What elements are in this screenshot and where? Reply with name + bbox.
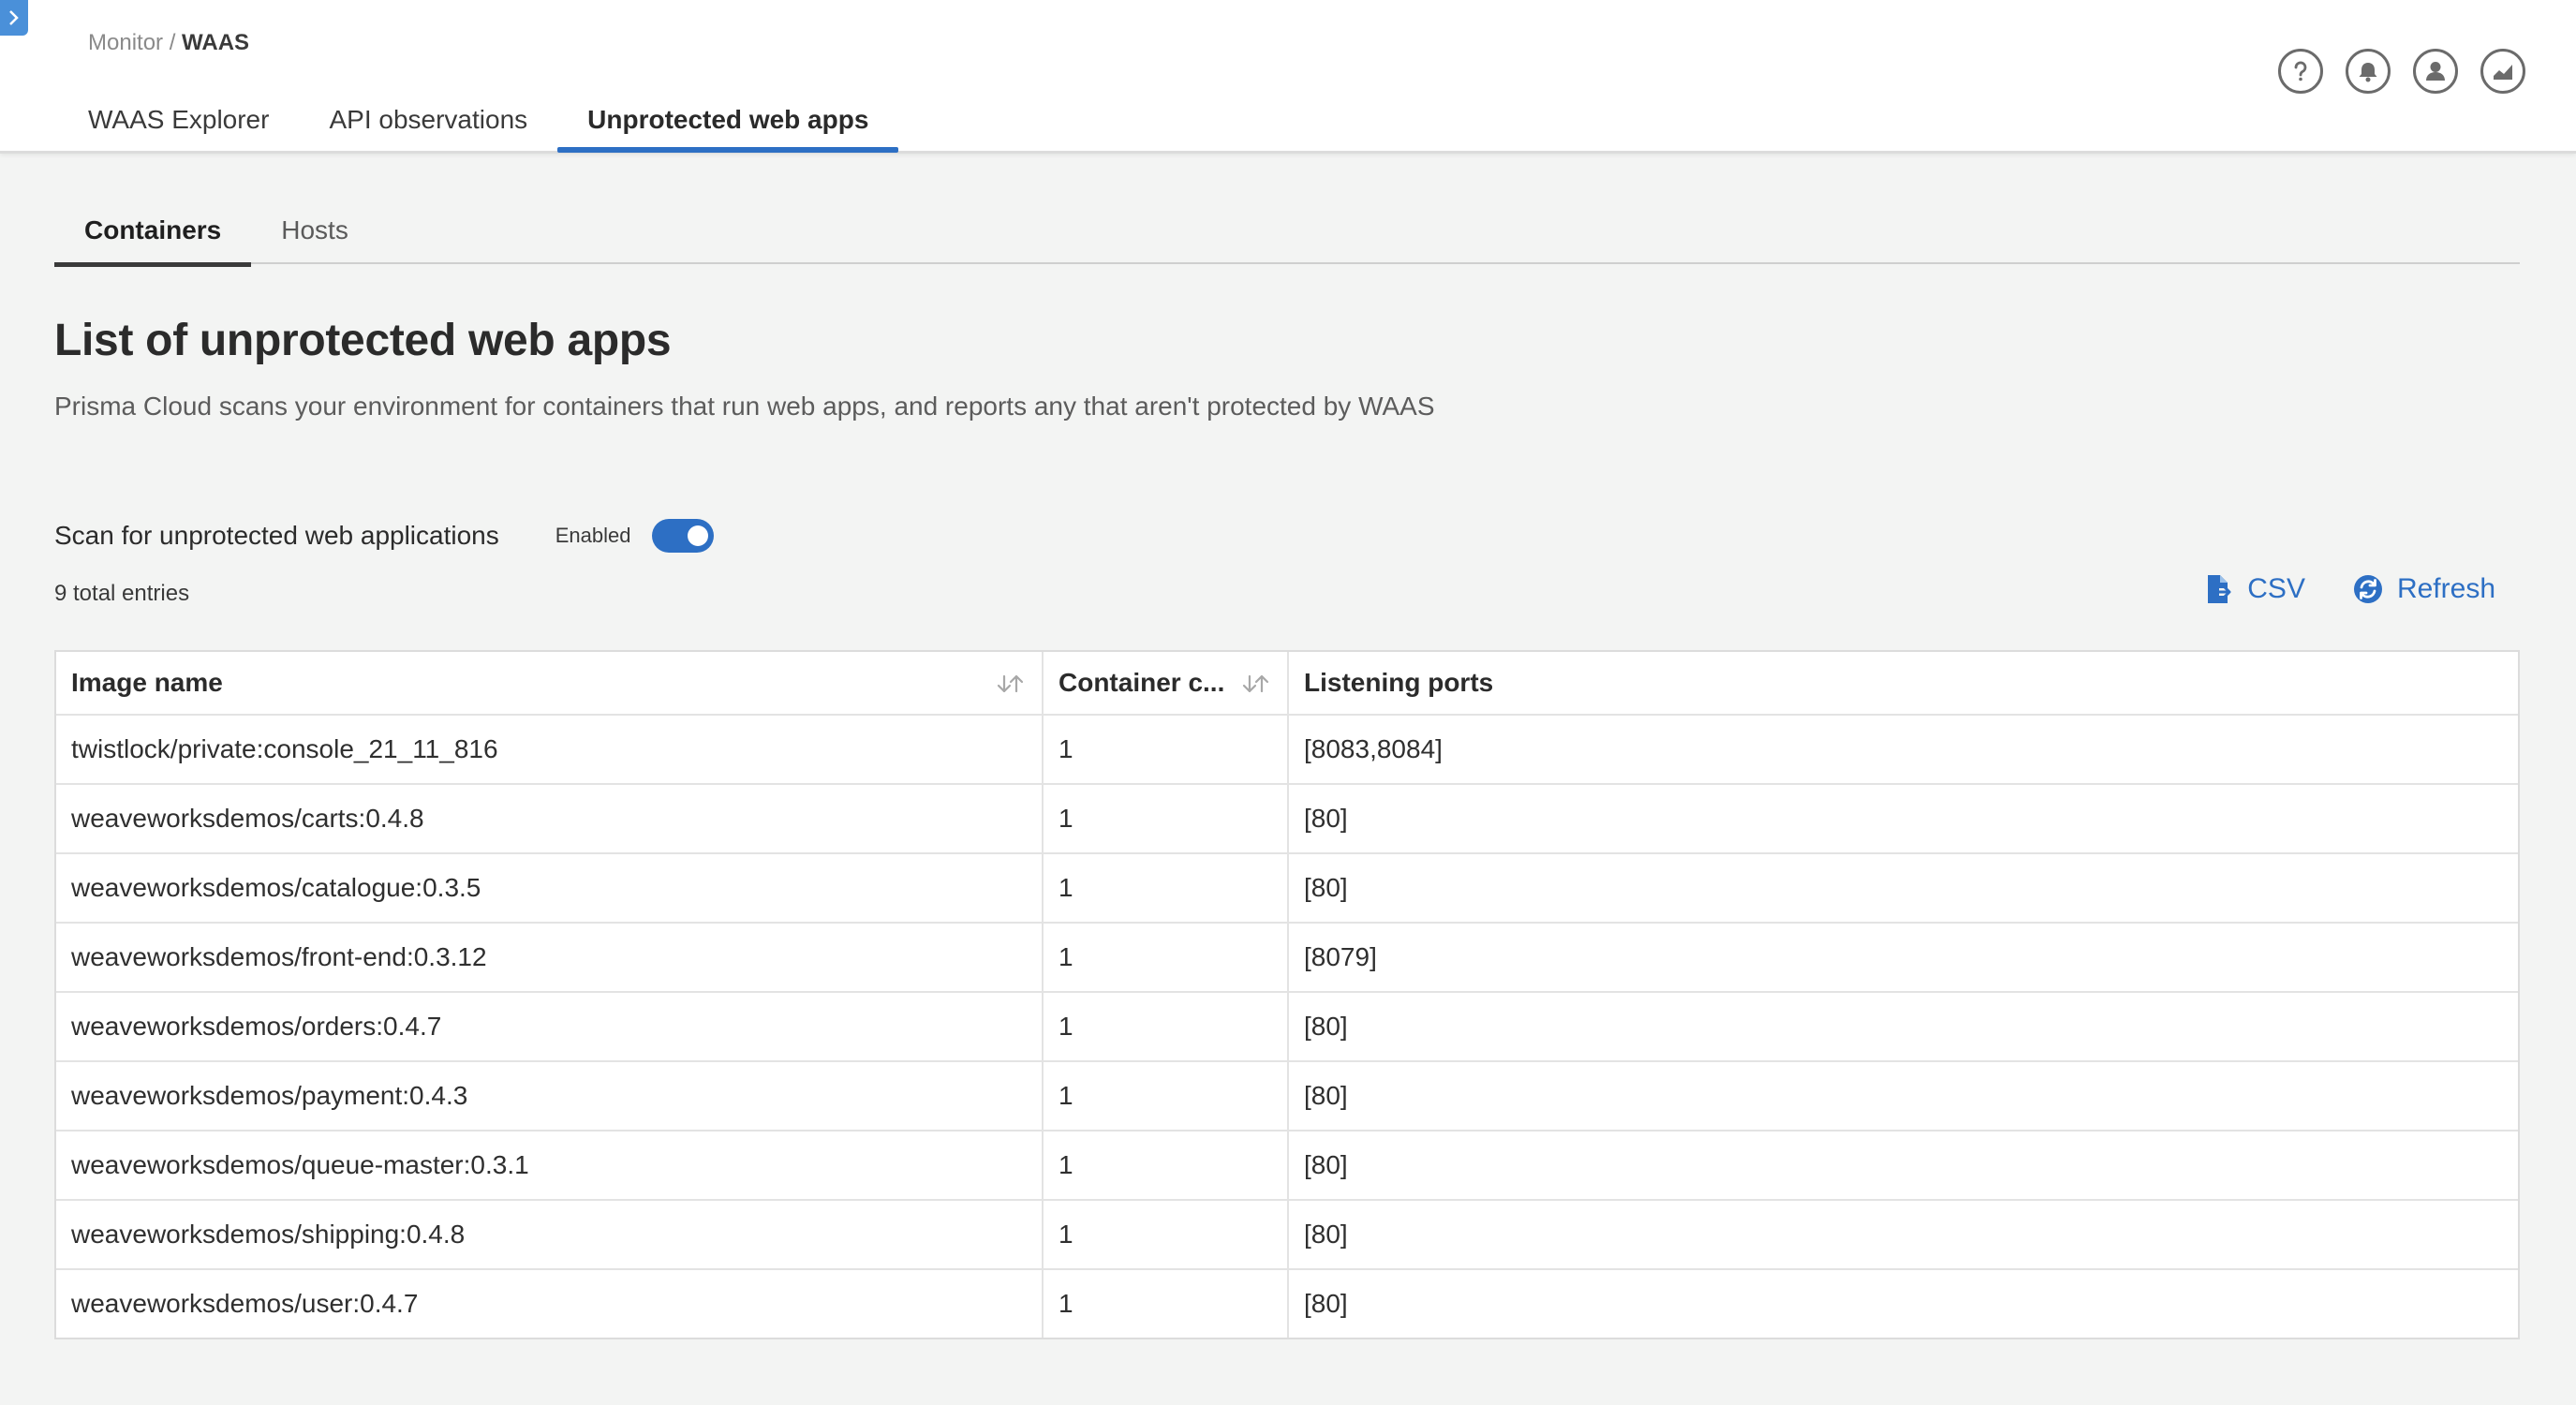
bell-icon[interactable] (2346, 49, 2391, 94)
scan-toggle[interactable] (651, 519, 714, 553)
tab-api-observations[interactable]: API observations (299, 94, 557, 152)
sidebar-expand-button[interactable] (0, 0, 28, 36)
cell-container-count: 1 (1044, 1131, 1289, 1199)
breadcrumb: Monitor / WAAS (88, 30, 249, 56)
cell-image-name: weaveworksdemos/front-end:0.3.12 (56, 924, 1044, 991)
table-row[interactable]: weaveworksdemos/carts:0.4.8 1 [80] (56, 783, 2518, 852)
cell-image-name: weaveworksdemos/payment:0.4.3 (56, 1062, 1044, 1130)
cell-listening-ports: [80] (1304, 1012, 1348, 1041)
cell-listening-ports: [80] (1304, 1150, 1348, 1179)
chart-icon[interactable] (2480, 49, 2525, 94)
table-header-row: Image name Container c... Listening port… (56, 652, 2518, 714)
cell-image-name: twistlock/private:console_21_11_816 (56, 716, 1044, 783)
table-row[interactable]: weaveworksdemos/payment:0.4.3 1 [80] (56, 1060, 2518, 1130)
table-row[interactable]: weaveworksdemos/shipping:0.4.8 1 [80] (56, 1199, 2518, 1268)
cell-image-name: weaveworksdemos/carts:0.4.8 (56, 785, 1044, 852)
refresh-icon (2353, 575, 2382, 603)
cell-container-count: 1 (1044, 924, 1289, 991)
cell-image-name: weaveworksdemos/queue-master:0.3.1 (56, 1131, 1044, 1199)
user-icon[interactable] (2413, 49, 2458, 94)
csv-button[interactable]: CSV (2202, 573, 2305, 605)
cell-listening-ports: [80] (1304, 804, 1348, 833)
cell-listening-ports: [80] (1304, 1220, 1348, 1249)
header-icons (2278, 49, 2525, 94)
toggle-knob (687, 525, 708, 546)
table-row[interactable]: weaveworksdemos/front-end:0.3.12 1 [8079… (56, 922, 2518, 991)
page-description: Prisma Cloud scans your environment for … (54, 392, 1435, 421)
refresh-label: Refresh (2396, 573, 2495, 604)
table-row[interactable]: twistlock/private:console_21_11_816 1 [8… (56, 714, 2518, 783)
cell-listening-ports: [80] (1304, 873, 1348, 902)
tab-waas-explorer[interactable]: WAAS Explorer (58, 94, 299, 152)
cell-container-count: 1 (1044, 1062, 1289, 1130)
column-header-container-count[interactable]: Container c... (1044, 652, 1289, 714)
cell-container-count: 1 (1044, 1270, 1289, 1338)
refresh-button[interactable]: Refresh (2352, 573, 2495, 605)
chevron-right-icon (9, 10, 19, 25)
cell-image-name: weaveworksdemos/catalogue:0.3.5 (56, 854, 1044, 922)
top-header: Monitor / WAAS WAAS Explorer API observa… (0, 0, 2576, 154)
cell-listening-ports: [8083,8084] (1304, 734, 1443, 763)
sub-tabs: Containers Hosts (54, 200, 2520, 267)
cell-image-name: weaveworksdemos/user:0.4.7 (56, 1270, 1044, 1338)
sort-icon[interactable] (991, 673, 1029, 695)
scan-setting: Scan for unprotected web applications En… (54, 519, 714, 553)
column-header-listening-ports: Listening ports (1304, 668, 1494, 697)
tab-hosts[interactable]: Hosts (251, 200, 378, 264)
cell-listening-ports: [80] (1304, 1081, 1348, 1110)
cell-container-count: 1 (1044, 716, 1289, 783)
cell-image-name: weaveworksdemos/shipping:0.4.8 (56, 1201, 1044, 1268)
sort-icon[interactable] (1236, 673, 1274, 695)
scan-label: Scan for unprotected web applications (54, 521, 499, 550)
toggle-state-label: Enabled (555, 524, 631, 547)
cell-container-count: 1 (1044, 854, 1289, 922)
column-header-image-name[interactable]: Image name (56, 652, 1044, 714)
cell-listening-ports: [80] (1304, 1289, 1348, 1318)
breadcrumb-parent[interactable]: Monitor / (88, 30, 182, 55)
table-row[interactable]: weaveworksdemos/catalogue:0.3.5 1 [80] (56, 852, 2518, 922)
table-actions: CSV Refresh (2202, 573, 2495, 605)
cell-container-count: 1 (1044, 785, 1289, 852)
table-row[interactable]: weaveworksdemos/queue-master:0.3.1 1 [80… (56, 1130, 2518, 1199)
table-row[interactable]: weaveworksdemos/user:0.4.7 1 [80] (56, 1268, 2518, 1338)
file-export-icon (2208, 575, 2231, 603)
csv-label: CSV (2247, 573, 2305, 604)
cell-image-name: weaveworksdemos/orders:0.4.7 (56, 993, 1044, 1060)
main-tabs: WAAS Explorer API observations Unprotect… (58, 94, 899, 154)
breadcrumb-current: WAAS (182, 30, 250, 55)
unprotected-apps-table: Image name Container c... Listening port… (54, 650, 2520, 1339)
table-row[interactable]: weaveworksdemos/orders:0.4.7 1 [80] (56, 991, 2518, 1060)
cell-container-count: 1 (1044, 993, 1289, 1060)
tab-unprotected-web-apps[interactable]: Unprotected web apps (557, 94, 899, 153)
cell-listening-ports: [8079] (1304, 942, 1377, 971)
total-entries: 9 total entries (54, 581, 190, 606)
tab-containers[interactable]: Containers (54, 200, 252, 267)
help-icon[interactable] (2278, 49, 2323, 94)
cell-container-count: 1 (1044, 1201, 1289, 1268)
page-title: List of unprotected web apps (54, 316, 672, 365)
